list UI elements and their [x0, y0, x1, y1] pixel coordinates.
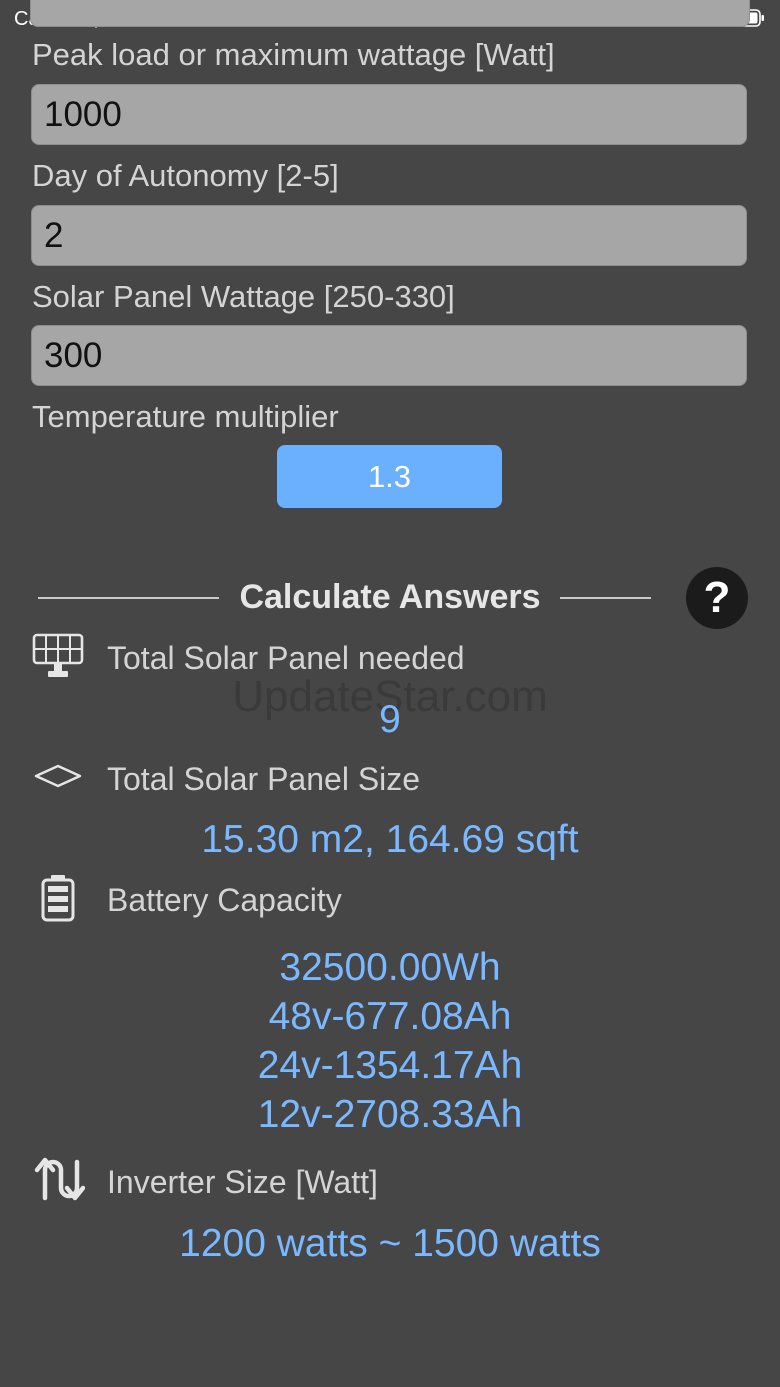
panel-size-value: 15.30 m2, 164.69 sqft	[201, 818, 579, 861]
panels-needed-label: Total Solar Panel needed	[107, 640, 465, 676]
battery-label: Battery Capacity	[107, 882, 342, 918]
peak-load-input[interactable]	[31, 84, 747, 145]
battery-value-12v: 12v-2708.33Ah	[257, 1093, 523, 1136]
panels-needed-value: 9	[379, 698, 401, 741]
panel-wattage-label: Solar Panel Wattage [250-330]	[32, 279, 455, 314]
peak-load-label: Peak load or maximum wattage [Watt]	[32, 37, 555, 72]
area-icon	[34, 764, 82, 788]
inverter-value: 1200 watts ~ 1500 watts	[179, 1222, 601, 1265]
solar-panel-icon	[32, 633, 84, 677]
battery-icon	[41, 875, 75, 922]
autonomy-input[interactable]	[31, 205, 747, 266]
temperature-multiplier-button[interactable]: 1.3	[277, 445, 502, 508]
calculate-answers-title: Calculate Answers	[239, 578, 541, 616]
help-button[interactable]: ?	[686, 567, 748, 629]
divider-right	[560, 597, 651, 599]
battery-value-24v: 24v-1354.17Ah	[257, 1044, 523, 1087]
battery-value-wh: 32500.00Wh	[279, 946, 501, 989]
previous-input-field[interactable]	[30, 0, 750, 27]
battery-value-48v: 48v-677.08Ah	[268, 995, 512, 1038]
temperature-label: Temperature multiplier	[32, 399, 339, 434]
inverter-icon	[34, 1157, 85, 1201]
panel-wattage-input[interactable]	[31, 325, 747, 386]
autonomy-label: Day of Autonomy [2-5]	[32, 158, 339, 193]
inverter-label: Inverter Size [Watt]	[107, 1164, 378, 1200]
panel-size-label: Total Solar Panel Size	[107, 761, 421, 797]
